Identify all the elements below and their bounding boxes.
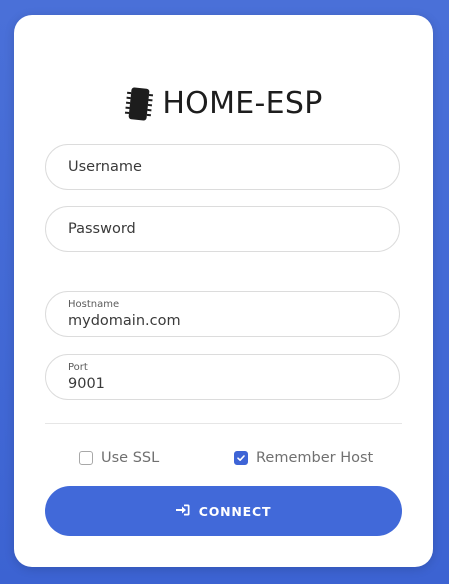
username-input[interactable]	[46, 145, 399, 189]
hostname-label: Hostname	[68, 299, 120, 310]
app-title: HOME-ESP	[162, 86, 323, 121]
username-field[interactable]	[45, 144, 400, 190]
password-field[interactable]	[45, 206, 400, 252]
port-field[interactable]: Port	[45, 354, 400, 400]
connect-button[interactable]: CONNECT	[45, 486, 402, 536]
hostname-field[interactable]: Hostname	[45, 291, 400, 337]
divider	[45, 423, 402, 424]
checkbox-unchecked-icon[interactable]	[79, 451, 93, 465]
port-label: Port	[68, 362, 88, 373]
checkbox-checked-icon[interactable]	[234, 451, 248, 465]
password-input[interactable]	[46, 207, 399, 251]
brand-header: HOME-ESP	[14, 85, 433, 123]
use-ssl-checkbox[interactable]: Use SSL	[79, 450, 159, 466]
use-ssl-label: Use SSL	[101, 450, 160, 466]
login-card: HOME-ESP Hostname Port Use SSL Remember …	[14, 15, 433, 567]
microchip-icon	[124, 85, 154, 123]
port-input[interactable]	[46, 355, 399, 399]
remember-host-label: Remember Host	[256, 450, 374, 466]
connect-label: CONNECT	[198, 503, 272, 519]
remember-host-checkbox[interactable]: Remember Host	[234, 450, 373, 466]
sign-in-icon	[175, 504, 190, 519]
